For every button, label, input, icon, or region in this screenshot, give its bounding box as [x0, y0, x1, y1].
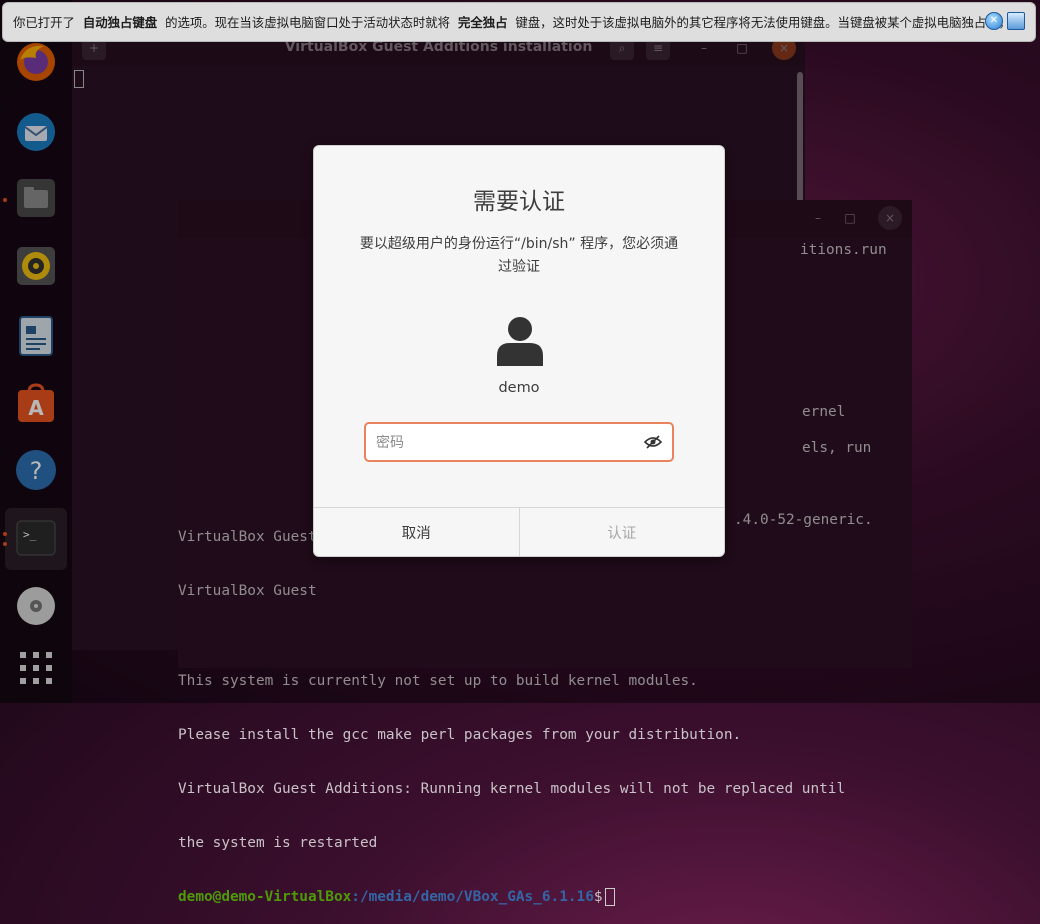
notice-text-bold: 完全独占	[457, 15, 508, 30]
terminal-line: Please install the gcc make perl package…	[178, 727, 742, 743]
prompt-path: :/media/demo/VBox_GAs_6.1.16	[351, 889, 594, 905]
message-icon[interactable]	[1007, 12, 1025, 30]
terminal-cursor	[74, 70, 84, 88]
terminal-prompt[interactable]: demo@demo-VirtualBox:/media/demo/VBox_GA…	[178, 888, 918, 906]
running-indicator	[3, 532, 7, 536]
firefox-icon[interactable]	[12, 38, 60, 86]
prompt-user: demo@demo-VirtualBox	[178, 889, 352, 905]
writer-icon[interactable]	[12, 312, 60, 360]
username: demo	[498, 380, 540, 396]
terminal-line: the system is restarted	[178, 835, 378, 851]
dialog-message: 要以超级用户的身份运行“/bin/sh” 程序，您必须通过验证	[359, 236, 679, 275]
password-field-wrapper	[364, 422, 674, 462]
dvd-icon[interactable]	[12, 582, 60, 630]
running-indicator	[3, 542, 7, 546]
rhythmbox-icon[interactable]	[12, 242, 60, 290]
toggle-visibility-icon[interactable]	[644, 434, 662, 450]
svg-text:>_: >_	[23, 528, 37, 541]
terminal-line: VirtualBox Guest Additions: Running kern…	[178, 781, 846, 797]
dialog-actions: 取消 认证	[314, 507, 724, 556]
terminal-text-fragment: els, run	[802, 440, 872, 456]
password-input[interactable]	[374, 430, 638, 456]
svg-text:?: ?	[30, 457, 43, 485]
terminal-text-fragment: ernel	[802, 404, 846, 420]
close-icon[interactable]: ×	[878, 206, 902, 230]
terminal-line: VirtualBox Guest	[178, 583, 317, 599]
svg-text:A: A	[28, 396, 44, 420]
terminal-icon[interactable]: >_	[12, 514, 60, 562]
terminal-line: This system is currently not set up to b…	[178, 673, 698, 689]
notice-text-part: 键盘，这时处于该虚拟电脑外的其它程序将无法使用键盘。当键盘被某个虚拟电脑独占时，	[515, 15, 1012, 30]
app-grid-icon[interactable]	[12, 644, 60, 692]
thunderbird-icon[interactable]	[12, 108, 60, 156]
notice-text-part: 你已打开了	[13, 15, 75, 30]
dock: A ? >_	[0, 0, 72, 703]
close-icon[interactable]: ✕	[985, 12, 1003, 30]
files-icon[interactable]	[12, 174, 60, 222]
cancel-button[interactable]: 取消	[314, 508, 519, 556]
software-icon[interactable]: A	[12, 380, 60, 428]
prompt-cursor	[604, 888, 615, 906]
help-icon[interactable]: ?	[12, 446, 60, 494]
keyboard-capture-notice: 你已打开了 自动独占键盘 的选项。现在当该虚拟电脑窗口处于活动状态时就将 完全独…	[2, 2, 1036, 42]
authentication-dialog: 需要认证 要以超级用户的身份运行“/bin/sh” 程序，您必须通过验证 dem…	[313, 145, 725, 557]
dialog-title: 需要认证	[473, 189, 565, 215]
minimize-icon[interactable]: –	[806, 206, 830, 230]
notice-text-part: 的选项。现在当该虚拟电脑窗口处于活动状态时就将	[165, 15, 451, 30]
notice-text-bold: 自动独占键盘	[82, 15, 158, 30]
authenticate-button[interactable]: 认证	[518, 508, 725, 556]
notice-actions: ✕	[985, 12, 1025, 30]
notice-text: 你已打开了 自动独占键盘 的选项。现在当该虚拟电脑窗口处于活动状态时就将 完全独…	[13, 13, 1011, 31]
prompt-symbol: $	[593, 889, 603, 905]
terminal-text-fragment: itions.run	[800, 242, 887, 258]
running-indicator	[3, 198, 7, 202]
user-avatar-icon	[497, 317, 543, 366]
maximize-icon[interactable]: □	[838, 206, 862, 230]
